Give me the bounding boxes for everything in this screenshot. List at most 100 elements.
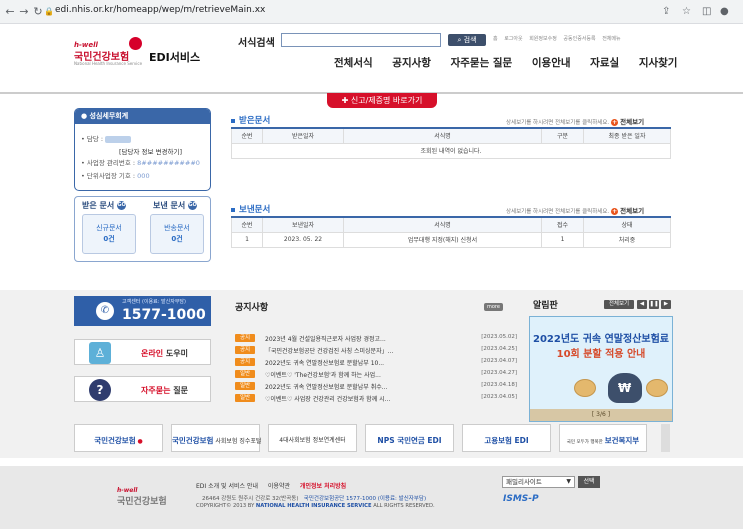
alarm-banner[interactable]: 2022년도 귀속 연말정산보험료 10회 분할 적용 안내 ₩ [ 3/6 ] [529,316,673,422]
footer-logo: h-well 국민건강보험 [117,487,167,507]
notice-more-button[interactable]: more [484,303,503,311]
banner-page-indicator: [ 3/6 ] [530,409,672,421]
search-button[interactable]: ⌕ 검색 [448,34,486,46]
list-item[interactable]: 일반 ♡이벤트♡ 사업장 건강관리 건강보험과 함께 시... [2023.04.0… [235,393,517,404]
isms-certification-logo: ISMS-P [503,494,539,504]
money-bag-icon: ₩ [608,373,642,403]
partner-nhis[interactable]: 국민건강보험 ● [74,424,163,452]
returned-docs-button[interactable]: 반송문서 0건 [150,214,204,254]
received-hint: 상세보기를 하시려면 전체보기를 클릭하세요. + 전체보기 [506,118,645,126]
prev-icon[interactable]: ◀ [637,300,647,309]
sidebar-icon[interactable]: ◫ [702,5,711,19]
partner-scroll[interactable] [661,424,670,452]
nav-guide[interactable]: 이용안내 [532,57,571,69]
nav-branch-finder[interactable]: 지사찾기 [639,57,678,69]
table-row: 조회된 내역이 없습니다. [231,142,671,159]
lock-icon: 🔒 [44,7,54,16]
nav-notice[interactable]: 공지사항 [392,57,431,69]
partner-mohw[interactable]: 국민 모두가 행복한 보건복지부 [559,424,647,452]
pause-icon[interactable]: ❚❚ [649,300,659,309]
partner-links: 국민건강보험 ● 국민건강보험 사회보험 징수포털 4대사회보험 정보연계센터 … [74,424,674,453]
go-icon[interactable]: GO [188,201,198,210]
call-center-banner[interactable]: ✆ 고객센터 (이용료: 발신자부담) 1577-1000 [74,296,211,326]
mgmt-number-line: • 사업장 관리번호 : 8##########0 [81,159,200,167]
util-all-menu[interactable]: 전체메뉴 [602,36,620,42]
service-name: EDI서비스 [149,51,201,64]
received-docs-title: 받은 문서 GO [82,201,127,210]
footer-copyright: COPYRIGHT© 2013 BY NATIONAL HEALTH INSUR… [196,503,435,509]
list-item[interactable]: 일반 ♡이벤트♡ 'The건강보험'과 함께 하는 사업... [2023.04.2… [235,369,517,380]
sent-table: 순번 보낸일자 서식명 접수 상태 1 2023. 05. 22 업무대행 지정… [231,216,671,248]
util-cert-register[interactable]: 공동인증서등록 [563,36,595,42]
footer-links: EDI 소개 및 서비스 안내 이용약관 개인정보 처리방침 [196,481,354,490]
reload-icon[interactable]: ↻ [31,5,45,19]
received-view-all[interactable]: 전체보기 [620,118,644,126]
footer-link-terms[interactable]: 이용약관 [268,483,290,490]
online-help-button[interactable]: ♙ 온라인 도우미 [74,339,211,365]
utility-links: 홈 로그아웃 회원정보수정 공동인증서등록 전체메뉴 [493,35,626,42]
table-row[interactable]: 1 2023. 05. 22 업무대행 지정(해지) 신청서 1 처리중 [231,231,671,248]
table-header-row: 순번 보낸일자 서식명 접수 상태 [231,216,671,233]
person-icon: ♙ [89,342,111,364]
nav-faq[interactable]: 자주묻는 질문 [451,57,513,69]
util-home[interactable]: 홈 [493,36,498,42]
coin-icon [646,379,668,397]
footer-link-about[interactable]: EDI 소개 및 서비스 안내 [196,483,258,490]
list-item[interactable]: 일반 2022년도 귀속 연말정산보험료 분할납부 취수... [2023.04.1… [235,381,517,392]
go-icon[interactable]: GO [117,201,127,210]
partner-nps[interactable]: NPS 국민연금 EDI [365,424,454,452]
util-edit-profile[interactable]: 회원정보수정 [529,36,557,42]
report-shortcut-button[interactable]: ✚ 신고/제증명 바로가기 [327,93,437,108]
list-item[interactable]: 공지 2022년도 귀속 연말정산보험료 분할납부 10... [2023.04.0… [235,357,517,368]
profile-icon[interactable]: ● [720,5,729,19]
main-navigation: 전체서식 공지사항 자주묻는 질문 이용안내 자료실 지사찾기 [334,55,693,70]
footer-address: 26464 강원도 원주시 건강로 32(반곡동) 국민건강보험공단 1577-… [202,496,427,502]
next-icon[interactable]: ▶ [661,300,671,309]
footer-link-privacy[interactable]: 개인정보 처리방침 [300,483,346,490]
share-icon[interactable]: ⇪ [662,5,670,19]
call-number: 1577-1000 [122,307,206,323]
plus-icon: + [611,119,619,126]
star-icon[interactable]: ☆ [682,5,691,19]
site-logo[interactable]: h-well 국민건강보험 National Health Insurance … [74,37,204,67]
util-logout[interactable]: 로그아웃 [504,36,522,42]
new-docs-button[interactable]: 신규문서 0건 [82,214,136,254]
nav-resources[interactable]: 자료실 [590,57,619,69]
notice-title: 공지사항 [235,303,269,313]
sent-docs-title: 보낸 문서 GO [153,201,198,210]
faq-button[interactable]: ? 자주묻는 질문 [74,376,211,402]
chevron-down-icon: ▼ [566,478,571,485]
list-item[interactable]: 공지 2023년 4월 건설일용직근로자 사업장 경정고... [2023.05.0… [235,333,517,344]
family-site-go-button[interactable]: 선택 [578,476,600,488]
document-summary-box: 받은 문서 GO 보낸 문서 GO 신규문서 0건 반송문서 0건 [74,196,211,262]
list-item[interactable]: 공지 「국민건강보험공단 건강검진 사칭 스미싱문자」... [2023.04.25… [235,345,517,356]
coin-icon [574,379,596,397]
change-contact-link[interactable]: [담당자 정보 변경하기] [119,146,182,156]
unit-code-line: • 단위사업장 기호 : 000 [81,172,150,180]
search-label: 서식검색 [238,38,275,49]
sent-view-all[interactable]: 전체보기 [620,207,644,215]
forward-icon[interactable]: → [17,5,31,19]
partner-employment-insurance[interactable]: 고용보험 EDI [462,424,551,452]
empty-message: 조회된 내역이 없습니다. [231,142,671,159]
browser-toolbar: ← → ↻ 🔒 edi.nhis.or.kr/homeapp/wep/m/ret… [0,0,743,24]
sent-hint: 상세보기를 하시려면 전체보기를 클릭하세요. + 전체보기 [506,207,645,215]
family-site-select[interactable]: 패밀리사이트 ▼ [502,476,575,488]
received-section-title: 받은문서 [231,114,270,126]
search-input[interactable] [281,33,441,47]
partner-4insurance[interactable]: 4대사회보험 정보연계센터 [268,424,357,452]
alarm-board-title: 알림판 [533,301,558,311]
company-name: ● 성심세무회계 [75,109,210,124]
alarm-view-all-button[interactable]: 전체보기 [604,300,634,309]
phone-icon: ✆ [96,302,114,320]
back-icon[interactable]: ← [3,5,17,19]
contact-line: • 담당 : [81,133,132,143]
search-icon: ⌕ [457,36,462,44]
nav-all-forms[interactable]: 전체서식 [334,57,373,69]
sent-section-title: 보낸문서 [231,203,270,215]
address-bar[interactable]: edi.nhis.or.kr/homeapp/wep/m/retrieveMai… [55,5,265,15]
plus-icon: + [611,208,619,215]
heart-logo-icon: ● [137,438,143,445]
partner-social-insurance-portal[interactable]: 국민건강보험 사회보험 징수포털 [171,424,261,452]
user-info-box: ● 성심세무회계 • 담당 : [담당자 정보 변경하기] • 사업장 관리번호… [74,108,211,191]
